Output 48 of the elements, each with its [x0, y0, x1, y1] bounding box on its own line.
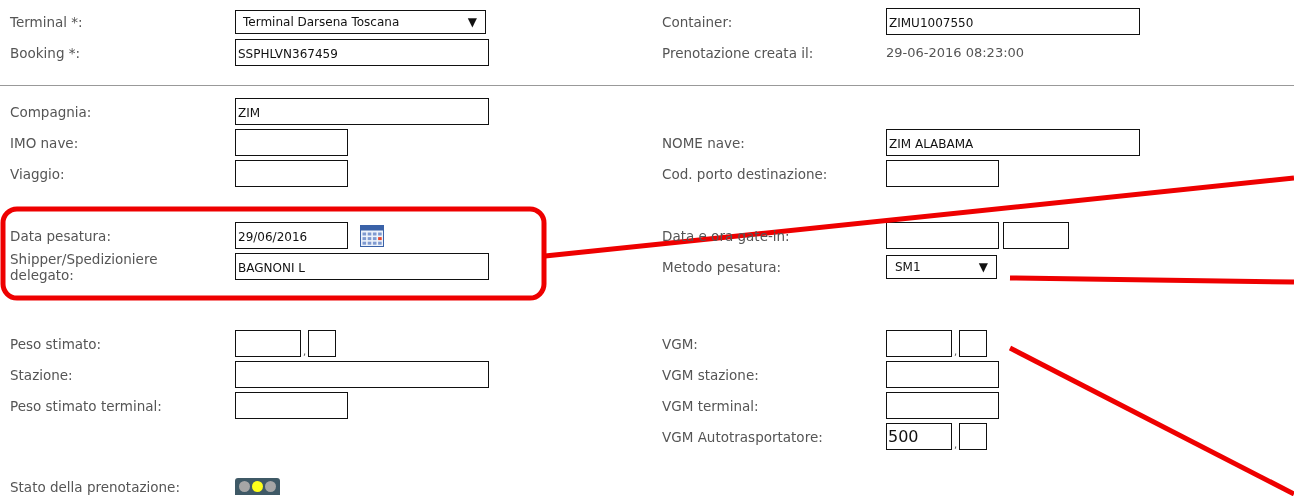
decimal-separator: ,: [954, 346, 958, 357]
field-label: Viaggio:: [10, 165, 65, 182]
field-label: VGM stazione:: [662, 366, 759, 383]
field-label: VGM terminal:: [662, 397, 759, 414]
field-label: Stazione:: [10, 366, 73, 383]
field-label: Shipper/Spedizioniere delegato:: [10, 250, 159, 283]
field-label: Stato della prenotazione:: [10, 478, 180, 495]
field-label: Cod. porto destinazione:: [662, 165, 828, 182]
decimal-separator: ,: [303, 346, 307, 357]
input-field[interactable]: [235, 129, 348, 156]
input-field[interactable]: [886, 160, 999, 187]
field-label: NOME nave:: [662, 134, 745, 151]
input-field[interactable]: [886, 392, 999, 419]
field-label: Peso stimato terminal:: [10, 397, 162, 414]
input-field[interactable]: ZIM ALABAMA: [886, 129, 1140, 156]
field-label: Booking *:: [10, 44, 81, 61]
field-label: Container:: [662, 13, 733, 30]
field-label: Compagnia:: [10, 103, 92, 120]
field-label: VGM Autotrasportatore:: [662, 428, 823, 445]
field-label: Metodo pesatura:: [662, 258, 782, 275]
input-field[interactable]: ZIM: [235, 98, 489, 125]
field-label: Peso stimato:: [10, 335, 102, 352]
input-field[interactable]: [235, 361, 489, 388]
input-field[interactable]: SSPHLVN367459: [235, 39, 489, 66]
field-label: Prenotazione creata il:: [662, 44, 814, 61]
input-field[interactable]: [1003, 222, 1069, 249]
field-label: IMO nave:: [10, 134, 79, 151]
input-field[interactable]: BAGNONI L: [235, 253, 489, 280]
input-field[interactable]: [235, 160, 348, 187]
dropdown[interactable]: Terminal Darsena Toscana ▼: [235, 9, 486, 34]
input-field[interactable]: ZIMU1007550: [886, 8, 1140, 35]
decimal-separator: ,: [954, 439, 958, 450]
field-label: Terminal *:: [10, 13, 83, 30]
input-field[interactable]: [886, 330, 952, 357]
input-field[interactable]: 29/06/2016: [235, 222, 348, 249]
input-field[interactable]: [959, 330, 988, 357]
input-field[interactable]: [235, 330, 301, 357]
input-field[interactable]: [886, 361, 999, 388]
input-field[interactable]: 500: [886, 423, 952, 450]
input-field[interactable]: [886, 222, 999, 249]
field-label: Data pesatura:: [10, 227, 111, 244]
input-field[interactable]: [235, 392, 348, 419]
input-field[interactable]: [308, 330, 337, 357]
date-time-text: 29-06-2016 08:23:00: [886, 45, 1025, 60]
field-label: VGM:: [662, 335, 698, 352]
dropdown[interactable]: SM1 ▼: [886, 254, 997, 279]
calendar-icon[interactable]: [360, 224, 384, 247]
input-field[interactable]: [959, 423, 988, 450]
